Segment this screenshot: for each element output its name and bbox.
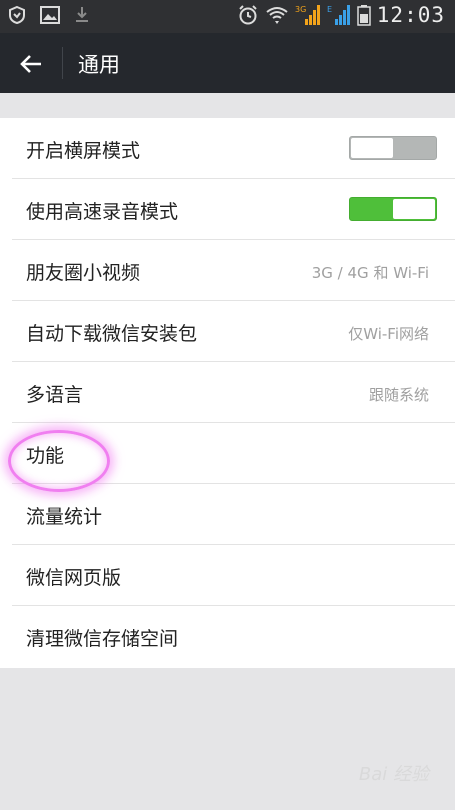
setting-label: 开启横屏模式	[26, 140, 141, 162]
image-icon	[40, 6, 60, 24]
setting-landscape-mode[interactable]: 开启横屏模式	[12, 118, 455, 179]
setting-language[interactable]: 多语言 跟随系统	[12, 362, 455, 423]
download-icon	[76, 7, 88, 22]
svg-text:E: E	[327, 5, 332, 14]
setting-high-speed-recording[interactable]: 使用高速录音模式	[12, 179, 455, 240]
setting-value: 3G / 4G 和 Wi-Fi	[311, 264, 429, 282]
setting-label: 多语言	[26, 384, 84, 406]
svg-text:3G: 3G	[295, 5, 306, 14]
signal-3g-icon: 3G	[295, 5, 320, 25]
setting-label: 微信网页版	[26, 567, 122, 589]
setting-label: 朋友圈小视频	[26, 262, 141, 284]
setting-label: 功能	[26, 445, 65, 467]
watermark-logo: Bai 经验	[358, 764, 429, 785]
top-bar: 通用	[0, 33, 455, 93]
setting-data-usage[interactable]: 流量统计	[12, 484, 455, 545]
shield-icon	[9, 5, 25, 25]
setting-moments-video[interactable]: 朋友圈小视频 3G / 4G 和 Wi-Fi	[12, 240, 455, 301]
status-bar: 3G E 12:03	[0, 0, 455, 33]
screen: 3G E 12:03 通用 开启横屏模式 使用高速录音模式 朋友圈小视频 3G …	[0, 0, 455, 810]
clock-time: 12:03	[376, 3, 445, 27]
battery-icon	[357, 5, 371, 26]
setting-label: 清理微信存储空间	[26, 628, 179, 650]
setting-clear-storage[interactable]: 清理微信存储空间	[12, 606, 455, 668]
wifi-icon	[266, 7, 288, 24]
arrow-left-icon	[20, 55, 41, 73]
toggle-knob	[351, 138, 393, 158]
page-title: 通用	[78, 53, 120, 77]
toggle-knob	[393, 199, 435, 219]
setting-value: 跟随系统	[368, 386, 429, 404]
alarm-clock-icon	[239, 5, 257, 25]
signal-e-icon: E	[327, 5, 350, 25]
setting-label: 使用高速录音模式	[26, 201, 179, 223]
status-left-icons	[8, 5, 90, 25]
setting-auto-download[interactable]: 自动下载微信安装包 仅Wi-Fi网络	[12, 301, 455, 362]
back-button[interactable]	[14, 47, 48, 81]
settings-list: 开启横屏模式 使用高速录音模式 朋友圈小视频 3G / 4G 和 Wi-Fi 自…	[0, 118, 455, 668]
status-right-icons: 3G E 12:03	[237, 3, 445, 27]
setting-web-version[interactable]: 微信网页版	[12, 545, 455, 606]
landscape-mode-toggle[interactable]	[349, 136, 437, 160]
header-divider	[62, 47, 63, 79]
setting-label: 流量统计	[26, 506, 103, 528]
setting-features[interactable]: 功能	[12, 423, 455, 484]
high-speed-recording-toggle[interactable]	[349, 197, 437, 221]
setting-label: 自动下载微信安装包	[26, 323, 198, 345]
setting-value: 仅Wi-Fi网络	[348, 325, 429, 343]
